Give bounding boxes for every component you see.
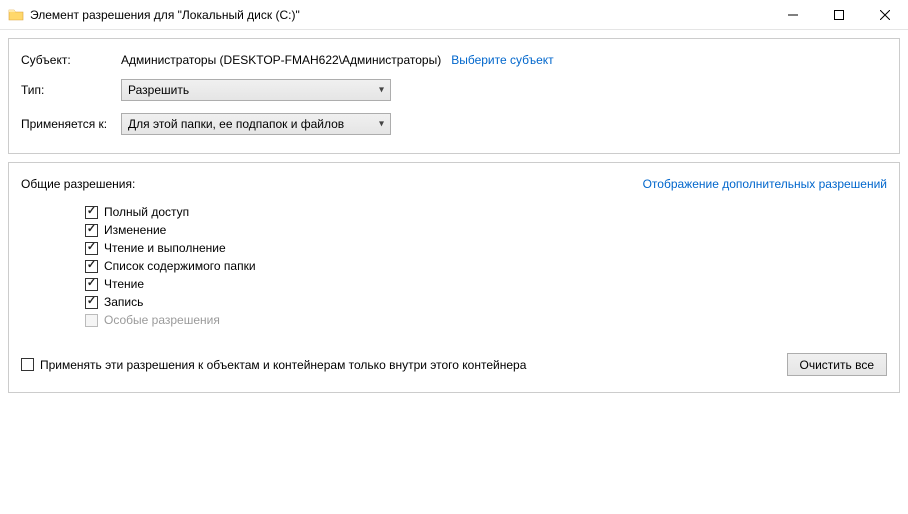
permission-item: Особые разрешения [85,313,887,327]
permissions-header-row: Общие разрешения: Отображение дополнител… [21,177,887,191]
permission-checkbox [85,314,98,327]
applies-label: Применяется к: [21,117,121,131]
permission-item[interactable]: Изменение [85,223,887,237]
window-controls [770,0,908,29]
inherit-checkbox[interactable] [21,358,34,371]
chevron-down-icon: ▾ [379,85,384,96]
permission-item[interactable]: Полный доступ [85,205,887,219]
permission-label: Чтение и выполнение [104,241,226,255]
applies-row: Применяется к: Для этой папки, ее подпап… [21,113,887,135]
permission-label: Особые разрешения [104,313,220,327]
permission-checkbox[interactable] [85,224,98,237]
minimize-button[interactable] [770,0,816,30]
subject-row: Субъект: Администраторы (DESKTOP-FMAH622… [21,53,887,67]
permission-item[interactable]: Чтение и выполнение [85,241,887,255]
permission-label: Полный доступ [104,205,189,219]
type-select[interactable]: Разрешить ▾ [121,79,391,101]
bottom-row: Применять эти разрешения к объектам и ко… [21,353,887,376]
permission-item[interactable]: Список содержимого папки [85,259,887,273]
principal-panel: Субъект: Администраторы (DESKTOP-FMAH622… [8,38,900,154]
permission-label: Запись [104,295,143,309]
close-button[interactable] [862,0,908,30]
basic-permissions-label: Общие разрешения: [21,177,135,191]
permission-checkbox[interactable] [85,278,98,291]
permission-checkbox[interactable] [85,260,98,273]
type-select-value: Разрешить [128,83,189,97]
show-advanced-link[interactable]: Отображение дополнительных разрешений [643,177,887,191]
permission-checkbox[interactable] [85,206,98,219]
folder-icon [8,7,24,23]
applies-select-value: Для этой папки, ее подпапок и файлов [128,117,344,131]
permission-label: Список содержимого папки [104,259,256,273]
subject-label: Субъект: [21,53,121,67]
permission-item[interactable]: Запись [85,295,887,309]
permission-checkbox[interactable] [85,296,98,309]
inherit-label: Применять эти разрешения к объектам и ко… [40,358,526,372]
select-subject-link[interactable]: Выберите субъект [451,53,553,67]
chevron-down-icon: ▾ [379,119,384,130]
permission-item[interactable]: Чтение [85,277,887,291]
applies-select[interactable]: Для этой папки, ее подпапок и файлов ▾ [121,113,391,135]
clear-all-button[interactable]: Очистить все [787,353,887,376]
window-title: Элемент разрешения для "Локальный диск (… [30,8,770,22]
permissions-list: Полный доступ Изменение Чтение и выполнени… [85,205,887,327]
type-label: Тип: [21,83,121,97]
subject-value: Администраторы (DESKTOP-FMAH622\Админист… [121,53,441,67]
inherit-checkbox-row[interactable]: Применять эти разрешения к объектам и ко… [21,358,526,372]
permission-label: Чтение [104,277,144,291]
permission-label: Изменение [104,223,166,237]
maximize-button[interactable] [816,0,862,30]
type-row: Тип: Разрешить ▾ [21,79,887,101]
titlebar: Элемент разрешения для "Локальный диск (… [0,0,908,30]
permission-checkbox[interactable] [85,242,98,255]
permissions-panel: Общие разрешения: Отображение дополнител… [8,162,900,393]
